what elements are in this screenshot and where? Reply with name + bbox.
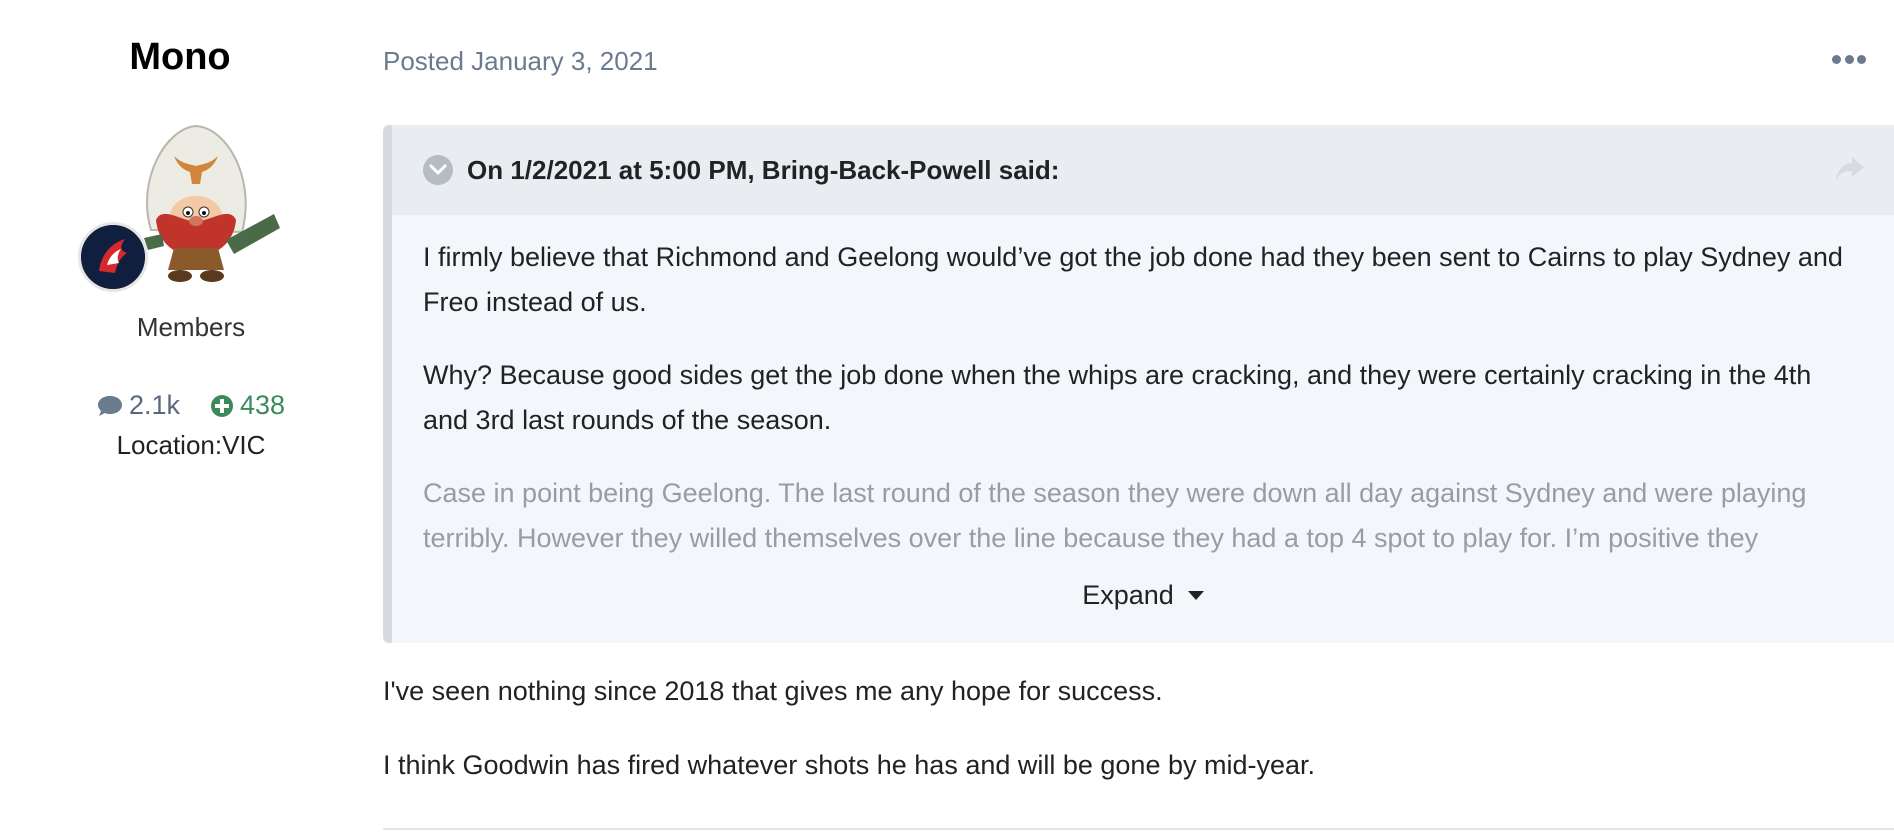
- team-badge: [78, 222, 148, 292]
- quote-citation[interactable]: On 1/2/2021 at 5:00 PM, Bring-Back-Powel…: [467, 155, 1059, 186]
- reputation[interactable]: 438: [210, 390, 285, 421]
- author-stats: 2.1k 438: [60, 390, 322, 421]
- ellipsis-icon[interactable]: [1832, 50, 1866, 68]
- quote-paragraph: I firmly believe that Richmond and Geelo…: [423, 242, 1843, 317]
- post-divider: [383, 828, 1894, 830]
- quote-paragraph: Why? Because good sides get the job done…: [423, 360, 1812, 435]
- reputation-value: 438: [239, 390, 286, 420]
- share-icon[interactable]: [1834, 155, 1866, 183]
- post-paragraph: I think Goodwin has fired whatever shots…: [383, 750, 1316, 780]
- speech-bubble-icon: [97, 395, 122, 416]
- post-count[interactable]: 2.1k: [97, 390, 180, 421]
- expand-label: Expand: [1082, 580, 1174, 610]
- collapse-quote-button[interactable]: [423, 155, 453, 185]
- chevron-down-icon: [429, 164, 447, 175]
- caret-down-icon: [1187, 591, 1204, 600]
- expand-quote-button[interactable]: Expand: [392, 580, 1894, 611]
- post-content: Posted January 3, 2021 On 1/2/2021 at 5:…: [383, 0, 1894, 836]
- share-arrow-icon: [1836, 157, 1864, 181]
- author-group: Members: [136, 312, 246, 342]
- demon-team-badge-icon: [81, 225, 145, 289]
- quote-body: I firmly believe that Richmond and Geelo…: [423, 235, 1858, 589]
- quote-header: On 1/2/2021 at 5:00 PM, Bring-Back-Powel…: [392, 125, 1894, 215]
- post-count-value: 2.1k: [128, 390, 180, 420]
- author-username[interactable]: Mono: [60, 36, 300, 79]
- author-location: Location:VIC: [116, 430, 266, 460]
- author-panel: Mono Members 2.1k 438 Location:VIC: [60, 0, 322, 836]
- post-date[interactable]: Posted January 3, 2021: [383, 46, 658, 77]
- quote-block: On 1/2/2021 at 5:00 PM, Bring-Back-Powel…: [383, 125, 1894, 643]
- post-body: I've seen nothing since 2018 that gives …: [383, 672, 1854, 820]
- post-paragraph: I've seen nothing since 2018 that gives …: [383, 676, 1163, 706]
- quote-body-clip: I firmly believe that Richmond and Geelo…: [392, 215, 1894, 643]
- plus-circle-icon: [210, 394, 233, 417]
